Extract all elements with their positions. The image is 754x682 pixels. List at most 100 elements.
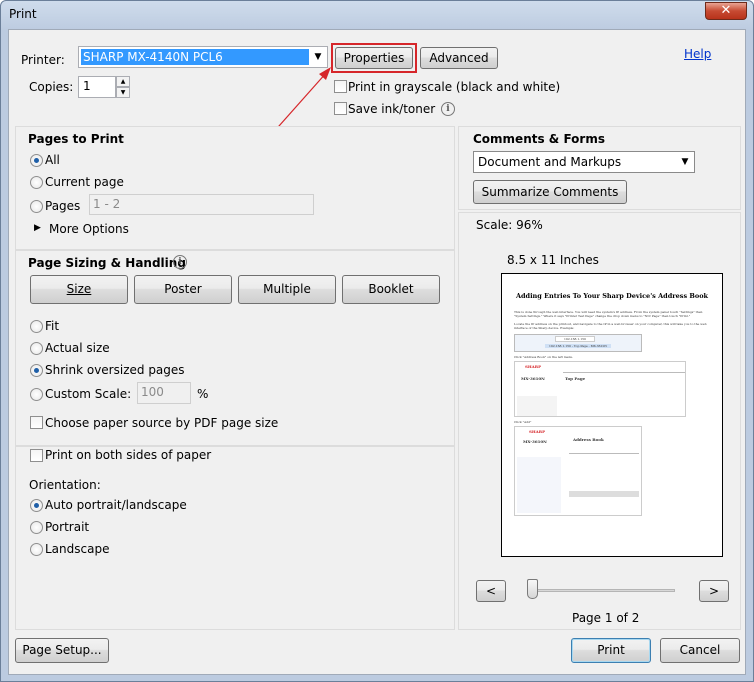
tab-size[interactable]: Size — [30, 275, 128, 304]
advanced-button[interactable]: Advanced — [420, 47, 498, 69]
preview-topPage-shot: SHARP MX-3610N Top Page — [514, 361, 686, 417]
pages-to-print-title: Pages to Print — [28, 132, 124, 146]
preview-url: 192.168.1.150 — [555, 336, 595, 342]
page-slider-track[interactable] — [531, 589, 675, 592]
preview-address-book: Address Book — [573, 437, 604, 442]
next-page-icon: > — [708, 584, 720, 598]
preview-table-bar — [569, 491, 639, 497]
next-page-button[interactable]: > — [699, 580, 729, 602]
cancel-label: Cancel — [679, 643, 721, 657]
radio-shrink[interactable] — [30, 364, 43, 377]
grayscale-label[interactable]: Print in grayscale (black and white) — [348, 80, 560, 94]
comments-forms-panel: Comments & Forms Document and Markups ▼ … — [458, 126, 741, 210]
more-options-toggle[interactable]: More Options — [49, 222, 129, 236]
custom-scale-input[interactable]: 100 — [137, 382, 191, 404]
preview-divider-2 — [569, 453, 639, 454]
chevron-down-icon: ▼ — [120, 89, 126, 96]
preview-url-tab: 192.168.1.150 - Top Page - MX-3610N — [545, 344, 611, 348]
tab-multiple[interactable]: Multiple — [238, 275, 336, 304]
preview-side-menu — [517, 396, 557, 416]
preview-browser-shot: 192.168.1.150 192.168.1.150 - Top Page -… — [514, 334, 642, 352]
page-indicator: Page 1 of 2 — [572, 611, 640, 625]
radio-current-page-label[interactable]: Current page — [45, 175, 124, 189]
preview-sharp-logo: SHARP — [525, 364, 542, 369]
radio-all[interactable] — [30, 154, 43, 167]
save-ink-label[interactable]: Save ink/toner — [348, 102, 435, 116]
preview-divider — [563, 372, 685, 373]
radio-custom-scale-label[interactable]: Custom Scale: — [45, 387, 131, 401]
scale-label: Scale: 96% — [476, 218, 543, 232]
pdf-source-label[interactable]: Choose paper source by PDF page size — [45, 416, 278, 430]
advanced-label: Advanced — [429, 51, 489, 65]
radio-fit-label[interactable]: Fit — [45, 319, 59, 333]
pages-range-input[interactable]: 1 - 2 — [89, 194, 314, 215]
radio-portrait[interactable] — [30, 521, 43, 534]
page-slider-thumb[interactable] — [527, 579, 538, 599]
preview-model-2: MX-3610N — [523, 439, 547, 444]
info-icon[interactable]: i — [173, 255, 187, 269]
window-title: Print — [9, 7, 37, 21]
close-icon: ✕ — [720, 3, 732, 18]
print-dialog: Print ✕ Printer: SHARP MX-4140N PCL6 ▼ P… — [0, 0, 754, 682]
copies-down-button[interactable]: ▼ — [116, 87, 130, 98]
radio-landscape[interactable] — [30, 543, 43, 556]
radio-portrait-label[interactable]: Portrait — [45, 520, 89, 534]
summarize-comments-button[interactable]: Summarize Comments — [473, 180, 627, 204]
duplex-label[interactable]: Print on both sides of paper — [45, 448, 211, 462]
print-button[interactable]: Print — [571, 638, 651, 663]
preview-heading: Adding Entries To Your Sharp Device's Ad… — [515, 292, 709, 300]
preview-step-1: Click "Address Book" on the left menu. — [514, 355, 574, 359]
copies-up-button[interactable]: ▲ — [116, 76, 130, 87]
radio-pages[interactable] — [30, 200, 43, 213]
preview-address-book-shot: SHARP MX-3610N Address Book — [514, 426, 642, 516]
properties-button[interactable]: Properties — [335, 47, 413, 69]
duplex-checkbox[interactable] — [30, 449, 43, 462]
radio-actual-size[interactable] — [30, 342, 43, 355]
radio-pages-label[interactable]: Pages — [45, 199, 80, 213]
close-button[interactable]: ✕ — [705, 2, 747, 20]
preview-document: Adding Entries To Your Sharp Device's Ad… — [514, 286, 710, 544]
previous-page-icon: < — [485, 584, 497, 598]
copies-input[interactable]: 1 — [78, 76, 116, 98]
pdf-source-checkbox[interactable] — [30, 416, 43, 429]
preview-panel: Scale: 96% 8.5 x 11 Inches Adding Entrie… — [458, 212, 741, 630]
print-label: Print — [597, 643, 625, 657]
comments-forms-select[interactable]: Document and Markups ▼ — [473, 151, 695, 173]
info-icon[interactable]: i — [441, 102, 455, 116]
radio-fit[interactable] — [30, 320, 43, 333]
help-link[interactable]: Help — [684, 47, 711, 61]
radio-landscape-label[interactable]: Landscape — [45, 542, 109, 556]
preview-model: MX-3610N — [521, 376, 545, 381]
paper-size-label: 8.5 x 11 Inches — [507, 253, 599, 267]
tab-poster-label: Poster — [164, 282, 202, 296]
radio-shrink-label[interactable]: Shrink oversized pages — [45, 363, 185, 377]
tab-booklet-label: Booklet — [368, 282, 414, 296]
chevron-up-icon: ▲ — [120, 78, 126, 85]
pages-to-print-panel: Pages to Print All Current page Pages 1 … — [15, 126, 455, 250]
page-setup-button[interactable]: Page Setup... — [15, 638, 109, 663]
comments-forms-title: Comments & Forms — [473, 132, 605, 146]
copies-label: Copies: — [29, 80, 74, 94]
tab-multiple-label: Multiple — [263, 282, 311, 296]
previous-page-button[interactable]: < — [476, 580, 506, 602]
triangle-right-icon[interactable]: ▶ — [34, 223, 41, 233]
tab-size-label: Size — [66, 282, 92, 296]
orientation-title: Orientation: — [29, 478, 101, 492]
preview-paragraph-2: Locate the IP address on the printout, a… — [514, 322, 707, 330]
printer-label: Printer: — [21, 53, 65, 67]
radio-actual-size-label[interactable]: Actual size — [45, 341, 110, 355]
page-setup-label: Page Setup... — [22, 643, 102, 657]
tab-booklet[interactable]: Booklet — [342, 275, 440, 304]
radio-auto-orientation-label[interactable]: Auto portrait/landscape — [45, 498, 187, 512]
preview-top-page: Top Page — [565, 376, 586, 381]
cancel-button[interactable]: Cancel — [660, 638, 740, 663]
orientation-panel: Print on both sides of paper Orientation… — [15, 446, 455, 630]
tab-poster[interactable]: Poster — [134, 275, 232, 304]
radio-all-label[interactable]: All — [45, 153, 60, 167]
radio-custom-scale[interactable] — [30, 388, 43, 401]
comments-forms-value: Document and Markups — [478, 155, 622, 169]
summarize-comments-label: Summarize Comments — [481, 185, 619, 199]
preview-side-menu-2 — [517, 457, 561, 513]
radio-current-page[interactable] — [30, 176, 43, 189]
radio-auto-orientation[interactable] — [30, 499, 43, 512]
